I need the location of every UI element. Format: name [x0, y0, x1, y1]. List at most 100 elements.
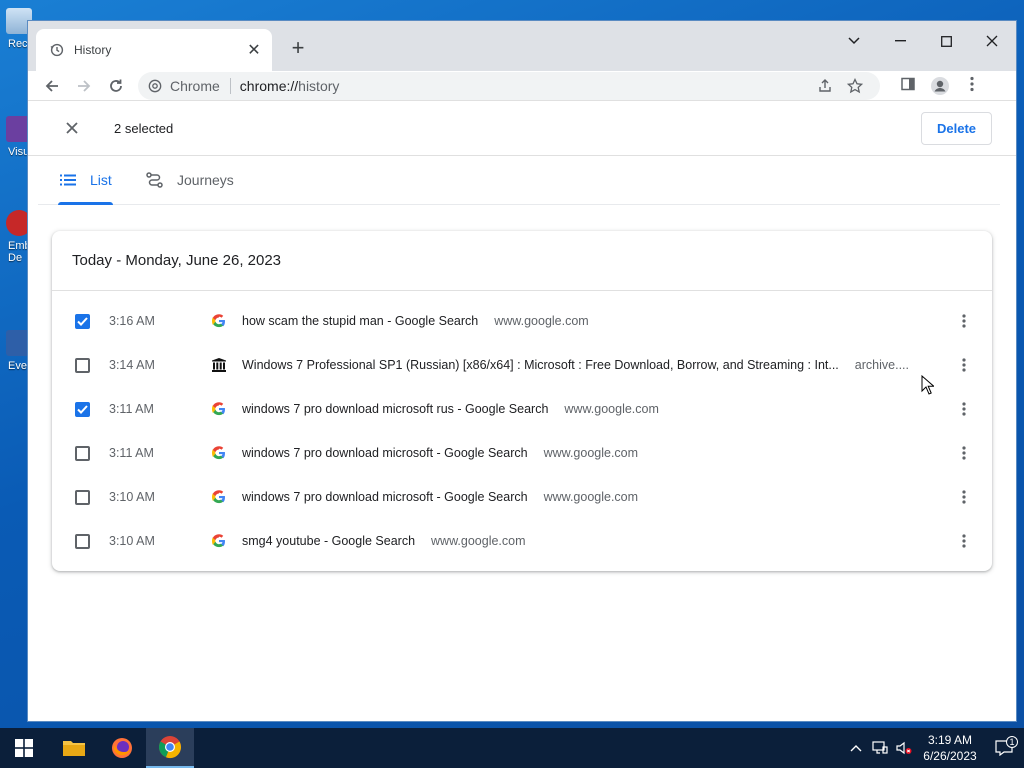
back-button[interactable]	[36, 72, 68, 100]
history-entry-row[interactable]: 3:14 AM Windows 7 Professional SP1 (Russ…	[52, 343, 992, 387]
google-g-icon	[211, 489, 227, 505]
chrome-taskbar-icon[interactable]	[146, 728, 194, 768]
firefox-icon[interactable]	[98, 728, 146, 768]
entry-domain: archive....	[854, 358, 909, 372]
more-actions-icon[interactable]	[954, 531, 974, 551]
history-day-card: Today - Monday, June 26, 2023 3:16 AM ho…	[52, 231, 992, 571]
more-actions-icon[interactable]	[954, 311, 974, 331]
desktop-icon-label: Emb	[8, 240, 31, 252]
entry-domain: www.google.com	[431, 534, 526, 548]
entry-title-link[interactable]: how scam the stupid man - Google Search	[242, 314, 478, 328]
clock-date: 6/26/2023	[923, 749, 977, 763]
tab-list[interactable]: List	[58, 156, 113, 205]
browser-window: History ✕ + Chrome chrome://history 2 se…	[28, 21, 1016, 721]
desktop-icon-embarcadero[interactable]: Emb De	[0, 210, 32, 264]
more-actions-icon[interactable]	[954, 399, 974, 419]
journeys-icon	[146, 172, 163, 188]
more-actions-icon[interactable]	[954, 443, 974, 463]
mouse-cursor-icon	[921, 374, 936, 400]
entry-domain: www.google.com	[543, 446, 639, 460]
history-page: 2 selected Delete List Journeys Today - …	[28, 100, 1016, 721]
url-path: history	[298, 78, 340, 94]
entry-time: 3:10 AM	[109, 490, 155, 504]
entry-time: 3:16 AM	[109, 314, 155, 328]
tab-list-label: List	[90, 172, 112, 188]
desktop-icon-label: De	[8, 252, 23, 264]
maximize-button[interactable]	[923, 27, 969, 55]
tab-journeys-label: Journeys	[177, 172, 234, 188]
entry-domain: www.google.com	[564, 402, 659, 416]
site-chip: Chrome	[162, 78, 231, 94]
checkbox[interactable]	[75, 533, 90, 549]
checkbox[interactable]	[75, 357, 90, 373]
chrome-logo-icon	[148, 79, 162, 93]
profile-avatar-icon[interactable]	[924, 76, 956, 96]
clear-selection-close-icon[interactable]	[58, 122, 86, 134]
desktop-icon-recycle-bin[interactable]: Rec	[0, 8, 32, 50]
history-entry-row[interactable]: 3:16 AM how scam the stupid man - Google…	[52, 299, 992, 343]
show-hidden-icons-chevron-icon[interactable]	[844, 744, 868, 752]
entry-domain: www.google.com	[494, 314, 589, 328]
google-g-icon	[211, 445, 227, 461]
taskbar-clock[interactable]: 3:19 AM 6/26/2023	[916, 732, 984, 764]
network-icon[interactable]	[868, 741, 892, 755]
history-entry-row[interactable]: 3:11 AM windows 7 pro download microsoft…	[52, 387, 992, 431]
entry-title-link[interactable]: smg4 youtube - Google Search	[242, 534, 415, 548]
date-heading: Today - Monday, June 26, 2023	[52, 231, 992, 291]
clock-time: 3:19 AM	[927, 733, 973, 747]
forward-button[interactable]	[68, 72, 100, 100]
delete-button[interactable]: Delete	[921, 112, 992, 145]
google-g-icon	[211, 313, 227, 329]
entry-title-link[interactable]: windows 7 pro download microsoft - Googl…	[242, 490, 528, 504]
desktop-icon-label: Eve	[8, 360, 27, 372]
history-entry-row[interactable]: 3:11 AM windows 7 pro download microsoft…	[52, 431, 992, 475]
entry-title-link[interactable]: windows 7 pro download microsoft - Googl…	[242, 446, 528, 460]
tab-strip: History ✕ +	[28, 21, 1016, 71]
checkbox[interactable]	[75, 489, 90, 505]
browser-tab-history[interactable]: History ✕	[36, 29, 272, 71]
start-button[interactable]	[0, 728, 48, 768]
entry-title-link[interactable]: windows 7 pro download microsoft rus - G…	[242, 402, 548, 416]
notification-count: 1	[1006, 736, 1018, 748]
volume-muted-icon[interactable]	[892, 741, 916, 755]
reload-button[interactable]	[100, 72, 132, 100]
tab-journeys[interactable]: Journeys	[146, 156, 234, 204]
checked-checkbox[interactable]	[75, 313, 90, 329]
side-panel-icon[interactable]	[892, 76, 924, 96]
close-tab-icon[interactable]: ✕	[246, 40, 262, 60]
checkbox[interactable]	[75, 445, 90, 461]
entry-time: 3:11 AM	[109, 402, 154, 416]
notification-center-icon[interactable]: 1	[984, 736, 1024, 756]
desktop-icon-everything[interactable]: Eve	[0, 330, 32, 372]
new-tab-button[interactable]: +	[286, 35, 310, 61]
list-icon	[60, 174, 76, 186]
desktop-icon-label: Rec	[8, 38, 28, 50]
more-actions-icon[interactable]	[954, 355, 974, 375]
selection-count: 2 selected	[114, 120, 174, 136]
selection-toolbar: 2 selected Delete	[28, 101, 1016, 156]
close-window-button[interactable]	[969, 27, 1015, 55]
desktop-icon-visual-studio[interactable]: Visu	[0, 116, 32, 158]
history-entry-row[interactable]: 3:10 AM windows 7 pro download microsoft…	[52, 475, 992, 519]
google-g-icon	[211, 401, 227, 417]
toolbar: Chrome chrome://history	[28, 71, 1016, 101]
history-entry-row[interactable]: 3:10 AM smg4 youtube - Google Search www…	[52, 519, 992, 563]
window-controls	[831, 27, 1015, 55]
history-list: 3:16 AM how scam the stupid man - Google…	[52, 291, 992, 563]
minimize-button[interactable]	[877, 27, 923, 55]
address-bar[interactable]: Chrome chrome://history	[138, 72, 880, 100]
more-actions-icon[interactable]	[954, 487, 974, 507]
file-explorer-icon[interactable]	[50, 728, 98, 768]
checked-checkbox[interactable]	[75, 401, 90, 417]
entry-title-link[interactable]: Windows 7 Professional SP1 (Russian) [x8…	[242, 358, 839, 372]
history-clock-icon	[50, 43, 64, 57]
tab-search-chevron-icon[interactable]	[831, 27, 877, 55]
google-g-icon	[211, 533, 227, 549]
entry-time: 3:14 AM	[109, 358, 155, 372]
bookmark-star-icon[interactable]	[840, 78, 870, 94]
history-tabs: List Journeys	[38, 156, 1000, 205]
chrome-menu-icon[interactable]	[956, 76, 988, 96]
share-icon[interactable]	[810, 78, 840, 94]
archive-org-icon	[211, 357, 227, 373]
entry-time: 3:11 AM	[109, 446, 154, 460]
